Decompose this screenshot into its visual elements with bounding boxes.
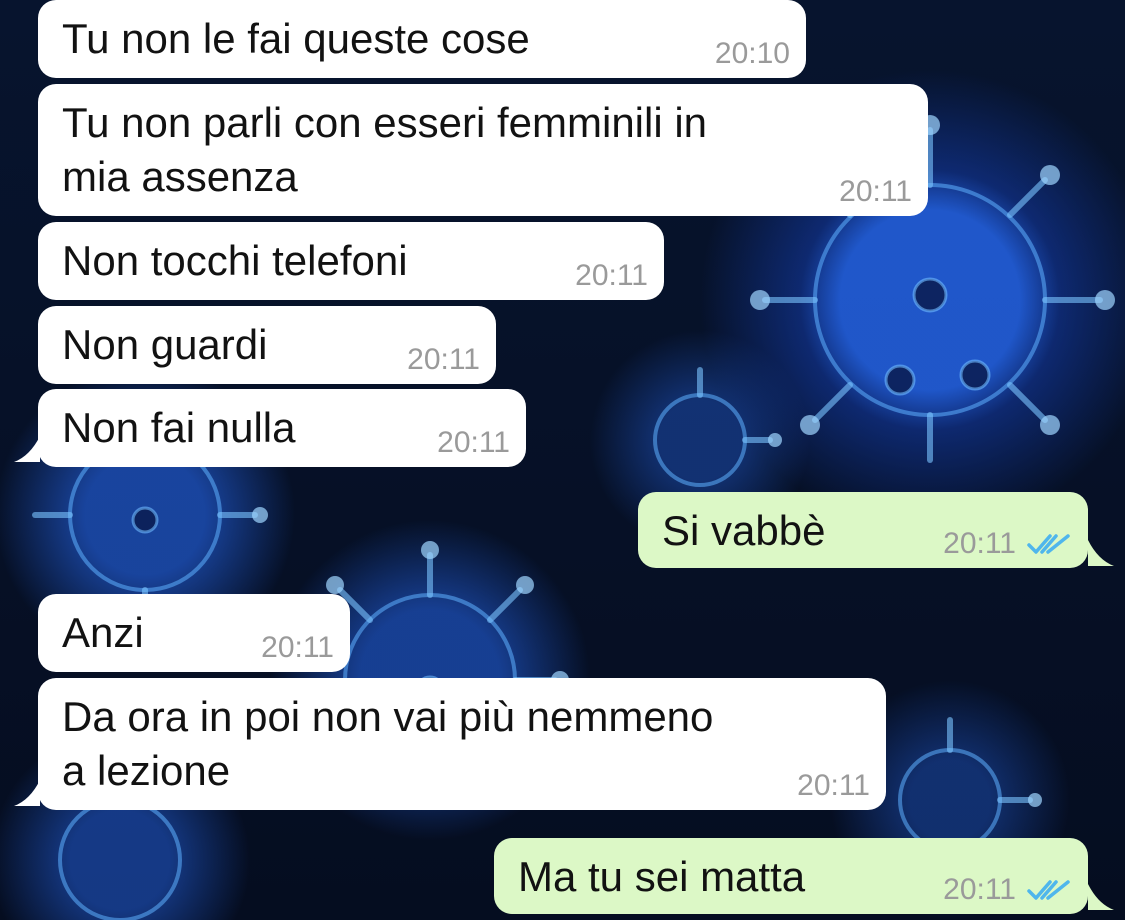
- message-meta: 20:11: [943, 872, 1072, 908]
- message-timestamp: 20:11: [575, 259, 648, 292]
- message-timestamp: 20:11: [839, 175, 912, 208]
- message-meta: 20:11: [575, 258, 648, 294]
- message-bubble[interactable]: Non tocchi telefoni 20:11: [38, 222, 664, 300]
- message-bubble[interactable]: Tu non parli con esseri femminili in mia…: [38, 84, 928, 216]
- message-text: Non tocchi telefoni: [62, 237, 408, 284]
- message-bubble[interactable]: Tu non le fai queste cose 20:10: [38, 0, 806, 78]
- message-bubble[interactable]: Anzi 20:11: [38, 594, 350, 672]
- message-meta: 20:10: [715, 36, 790, 72]
- bubble-tail: [14, 780, 40, 806]
- message-timestamp: 20:11: [407, 343, 480, 376]
- message-timestamp: 20:11: [943, 873, 1016, 906]
- chat-area[interactable]: Tu non le fai queste cose 20:10 Tu non p…: [0, 0, 1125, 920]
- bubble-tail: [1088, 884, 1114, 910]
- message-text: Tu non le fai queste cose: [62, 15, 530, 62]
- message-timestamp: 20:10: [714, 37, 790, 70]
- message-timestamp: 20:11: [261, 631, 334, 664]
- message-text: Non fai nulla: [62, 404, 296, 451]
- message-meta: 20:11: [943, 526, 1072, 562]
- bubble-tail: [14, 436, 40, 462]
- bubble-tail: [1088, 540, 1114, 566]
- message-timestamp: 20:11: [797, 769, 870, 802]
- message-meta: 20:11: [839, 174, 912, 210]
- message-timestamp: 20:11: [437, 426, 510, 459]
- double-check-icon: [1027, 880, 1070, 900]
- message-meta: 20:11: [261, 630, 334, 666]
- message-bubble[interactable]: Da ora in poi non vai più nemmeno a lezi…: [38, 678, 886, 810]
- message-bubble-outgoing[interactable]: Ma tu sei matta 20:11: [494, 838, 1088, 914]
- message-bubble[interactable]: Non fai nulla 20:11: [38, 389, 526, 467]
- message-bubble-outgoing[interactable]: Si vabbè 20:11: [638, 492, 1088, 568]
- message-text: Tu non parli con esseri femminili in mia…: [62, 99, 708, 200]
- message-meta: 20:11: [407, 342, 480, 378]
- message-meta: 20:11: [437, 425, 510, 461]
- double-check-icon: [1027, 534, 1070, 554]
- message-meta: 20:11: [797, 768, 870, 804]
- message-text: Da ora in poi non vai più nemmeno a lezi…: [62, 693, 714, 794]
- message-timestamp: 20:11: [943, 527, 1016, 560]
- message-bubble[interactable]: Non guardi 20:11: [38, 306, 496, 384]
